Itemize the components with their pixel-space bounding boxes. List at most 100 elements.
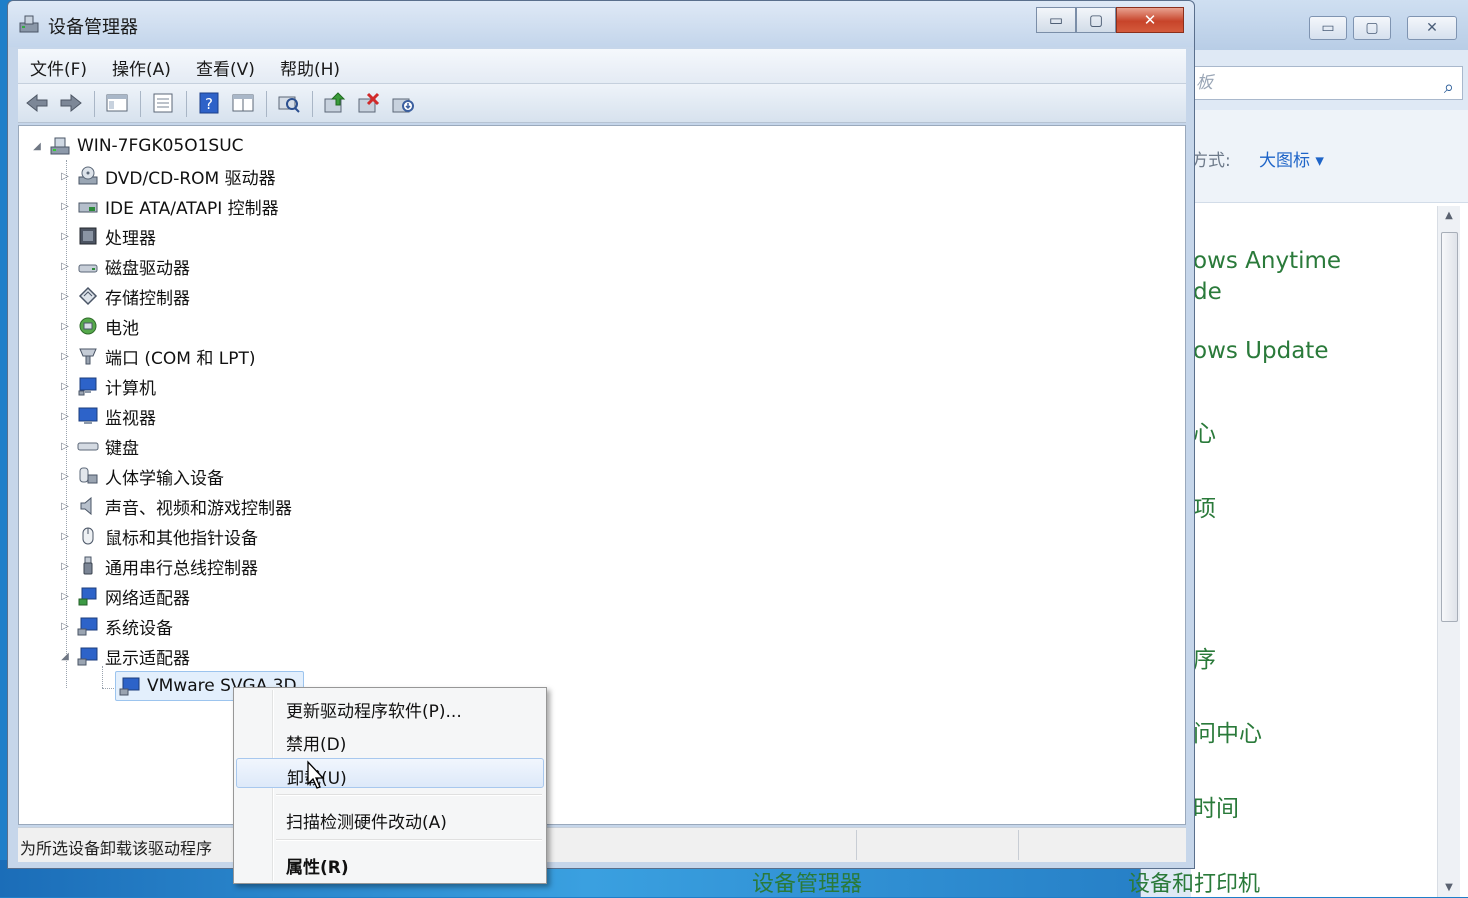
- back-icon[interactable]: [24, 91, 50, 115]
- menu-file[interactable]: 文件(F): [30, 55, 87, 80]
- cp-item[interactable]: 项: [1193, 489, 1216, 523]
- help-icon[interactable]: ?: [196, 91, 222, 115]
- menu-item-uninstall[interactable]: 卸载(U): [236, 758, 544, 789]
- tree-item-sound[interactable]: ▷ 声音、视频和游戏控制器: [59, 492, 292, 520]
- search-icon[interactable]: ⌕: [1444, 72, 1454, 104]
- cp-item[interactable]: 心: [1193, 414, 1216, 448]
- cp-view-mode-dropdown[interactable]: 大图标 ▾: [1259, 146, 1324, 171]
- expand-icon[interactable]: ▷: [59, 231, 71, 242]
- tree-item-display[interactable]: ◢ 显示适配器: [59, 642, 190, 670]
- device-manager-icon: [19, 15, 39, 33]
- toolbar-separator: [312, 91, 313, 117]
- expand-icon[interactable]: ▷: [59, 621, 71, 632]
- tree-item-monitor[interactable]: ▷ 监视器: [59, 402, 156, 430]
- tree-item-ports[interactable]: ▷ 端口 (COM 和 LPT): [59, 342, 256, 370]
- uninstall-icon[interactable]: [356, 91, 382, 115]
- cp-scroll-thumb[interactable]: [1441, 232, 1458, 622]
- tree-item-hid[interactable]: ▷ 人体学输入设备: [59, 462, 224, 490]
- expand-icon[interactable]: ▷: [59, 351, 71, 362]
- forward-icon[interactable]: [58, 91, 84, 115]
- menu-item-update-driver[interactable]: 更新驱动程序软件(P)...: [236, 692, 544, 722]
- tree-item-disk[interactable]: ▷ 磁盘驱动器: [59, 252, 190, 280]
- display-adapter-icon: [119, 677, 140, 696]
- tree-item-computer[interactable]: ▷ 计算机: [59, 372, 156, 400]
- menu-action[interactable]: 操作(A): [112, 55, 171, 80]
- expand-icon[interactable]: ▷: [59, 291, 71, 302]
- tree-item-keyboard[interactable]: ▷ 键盘: [59, 432, 139, 460]
- menu-item-disable[interactable]: 禁用(D): [236, 725, 544, 755]
- toolbar-separator: [266, 91, 267, 117]
- disable-icon[interactable]: [390, 91, 416, 115]
- scan-hardware-icon[interactable]: [276, 91, 302, 115]
- device-tree[interactable]: ◢ WIN-7FGK05O1SUC ▷ DVD/CD-ROM 驱动器 ▷ IDE…: [18, 125, 1186, 825]
- tree-item-label: 处理器: [105, 228, 156, 249]
- cp-search-input[interactable]: 板 ⌕: [1191, 66, 1463, 100]
- expand-icon[interactable]: ▷: [59, 501, 71, 512]
- menu-item-label: 禁用(D): [286, 735, 347, 755]
- disk-drive-icon: [78, 264, 98, 273]
- properties-icon[interactable]: [150, 91, 176, 115]
- cp-item[interactable]: 问中心: [1193, 714, 1262, 748]
- minimize-button[interactable]: ▭: [1036, 7, 1076, 33]
- cp-item[interactable]: ows Update: [1193, 338, 1328, 364]
- monitor-icon: [78, 377, 97, 396]
- tree-root[interactable]: ◢ WIN-7FGK05O1SUC: [31, 132, 243, 160]
- cp-item[interactable]: ows Anytime: [1193, 248, 1341, 274]
- tree-item-network[interactable]: ▷ 网络适配器: [59, 582, 190, 610]
- view-icon[interactable]: [230, 91, 256, 115]
- update-driver-icon[interactable]: [322, 91, 348, 115]
- cp-scrollbar[interactable]: ▲ ▼: [1437, 206, 1460, 897]
- menu-item-label: 更新驱动程序软件(P)...: [286, 702, 462, 722]
- context-menu: 更新驱动程序软件(P)... 禁用(D) 卸载(U) 扫描检测硬件改动(A) 属…: [233, 687, 547, 884]
- dvd-drive-icon: [78, 166, 98, 185]
- expand-icon[interactable]: ▷: [59, 201, 71, 212]
- tree-item-processor[interactable]: ▷ 处理器: [59, 222, 156, 250]
- tree-item-battery[interactable]: ▷ 电池: [59, 312, 139, 340]
- tree-line: [102, 688, 116, 689]
- cp-maximize-button[interactable]: ▢: [1353, 16, 1391, 40]
- menu-item-properties[interactable]: 属性(R): [236, 848, 544, 878]
- collapse-icon[interactable]: ◢: [59, 651, 71, 662]
- menu-view[interactable]: 查看(V): [196, 55, 255, 80]
- menu-separator: [276, 839, 542, 841]
- tree-item-label: 磁盘驱动器: [105, 258, 190, 279]
- close-button[interactable]: ✕: [1116, 7, 1184, 33]
- menu-item-label: 属性(R): [286, 858, 349, 878]
- cp-device-manager-link[interactable]: 设备管理器: [752, 866, 862, 898]
- expand-icon[interactable]: ▷: [59, 321, 71, 332]
- scroll-down-icon[interactable]: ▼: [1438, 882, 1460, 893]
- tree-item-dvd[interactable]: ▷ DVD/CD-ROM 驱动器: [59, 162, 276, 190]
- maximize-button[interactable]: ▢: [1076, 7, 1116, 33]
- menu-item-scan-hardware[interactable]: 扫描检测硬件改动(A): [236, 803, 544, 833]
- expand-icon[interactable]: ▷: [59, 561, 71, 572]
- keyboard-icon: [77, 442, 99, 451]
- cp-close-button[interactable]: ✕: [1407, 16, 1457, 40]
- expand-icon[interactable]: ▷: [59, 411, 71, 422]
- tree-item-ide[interactable]: ▷ IDE ATA/ATAPI 控制器: [59, 192, 279, 220]
- expand-icon[interactable]: ▷: [59, 171, 71, 182]
- usb-icon: [83, 556, 93, 575]
- tree-item-mouse[interactable]: ▷ 鼠标和其他指针设备: [59, 522, 258, 550]
- expand-icon[interactable]: ▷: [59, 471, 71, 482]
- collapse-icon[interactable]: ◢: [31, 141, 43, 152]
- expand-icon[interactable]: ▷: [59, 261, 71, 272]
- expand-icon[interactable]: ▷: [59, 441, 71, 452]
- tree-item-usb[interactable]: ▷ 通用串行总线控制器: [59, 552, 258, 580]
- expand-icon[interactable]: ▷: [59, 531, 71, 542]
- cp-minimize-button[interactable]: ▭: [1309, 16, 1347, 40]
- menu-help[interactable]: 帮助(H): [280, 55, 340, 80]
- tree-item-system[interactable]: ▷ 系统设备: [59, 612, 173, 640]
- show-hide-tree-icon[interactable]: [104, 91, 130, 115]
- cp-item[interactable]: 序: [1193, 640, 1216, 674]
- cp-view-bar: [1191, 110, 1468, 203]
- expand-icon[interactable]: ▷: [59, 381, 71, 392]
- cp-devices-printers-link[interactable]: 设备和打印机: [1128, 866, 1260, 898]
- cp-item[interactable]: 时间: [1193, 789, 1239, 823]
- expand-icon[interactable]: ▷: [59, 591, 71, 602]
- toolbar-separator: [140, 91, 141, 117]
- battery-icon: [79, 317, 97, 335]
- titlebar[interactable]: 设备管理器 ▭ ▢ ✕: [8, 1, 1194, 47]
- tree-item-storage[interactable]: ▷ 存储控制器: [59, 282, 190, 310]
- cp-item[interactable]: de: [1193, 279, 1222, 305]
- scroll-up-icon[interactable]: ▲: [1438, 210, 1460, 221]
